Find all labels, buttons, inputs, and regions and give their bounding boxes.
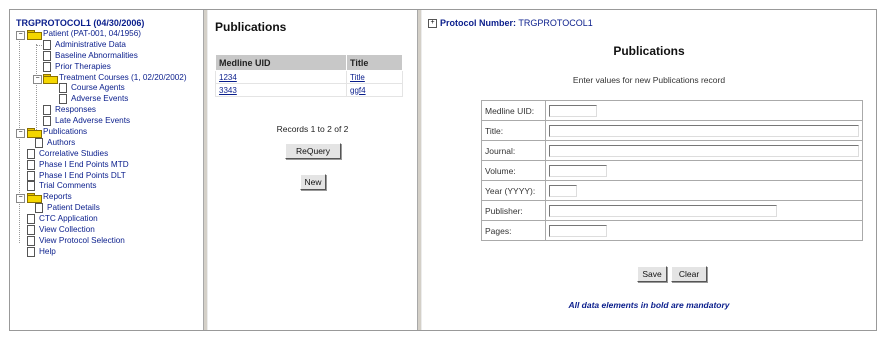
medline-uid-field[interactable] [549, 104, 597, 117]
folder-open-icon [27, 128, 42, 139]
volume-label: Volume: [481, 160, 546, 181]
form-row: Medline UID: [481, 100, 863, 121]
publisher-label: Publisher: [481, 200, 546, 221]
tree-node-course-agents[interactable]: Course Agents [16, 83, 201, 94]
publication-form: Medline UID: Title: Journal: Volume: Yea… [481, 100, 863, 241]
tree-node-patient[interactable]: − Patient (PAT-001, 04/1956) [16, 29, 201, 40]
year-field[interactable] [549, 184, 577, 197]
requery-button[interactable]: ReQuery [285, 143, 341, 159]
tree-node-help[interactable]: Help [16, 246, 201, 258]
journal-label: Journal: [481, 140, 546, 161]
tree-node-view-protocol-selection[interactable]: View Protocol Selection [16, 235, 201, 247]
title-label: Title: [481, 120, 546, 141]
journal-field[interactable] [549, 144, 859, 157]
folder-open-icon [27, 193, 42, 204]
tree-node-administrative-data[interactable]: Administrative Data [16, 39, 201, 51]
tree-node-trial-comments[interactable]: Trial Comments [16, 181, 201, 192]
form-row: Year (YYYY): [481, 180, 863, 201]
document-icon [43, 39, 51, 50]
navigation-pane: TRGPROTOCOL1 (04/30/2006) − Patient (PAT… [10, 10, 203, 330]
document-icon [59, 94, 67, 105]
form-row: Volume: [481, 160, 863, 181]
column-header-medline-uid[interactable]: Medline UID [215, 54, 347, 71]
document-icon [43, 116, 51, 127]
pages-label: Pages: [481, 220, 546, 241]
volume-field[interactable] [549, 164, 607, 177]
year-label: Year (YYYY): [481, 180, 546, 201]
document-icon [59, 83, 67, 94]
pages-field[interactable] [549, 224, 607, 237]
tree-node-baseline-abnormalities[interactable]: Baseline Abnormalities [16, 50, 201, 62]
tree-node-phase-i-dlt[interactable]: Phase I End Points DLT [16, 170, 201, 182]
tree-node-correlative-studies[interactable]: Correlative Studies [16, 148, 201, 160]
document-icon [27, 148, 35, 159]
mandatory-note: All data elements in bold are mandatory [568, 300, 730, 310]
tree-node-late-adverse-events[interactable]: Late Adverse Events [16, 116, 201, 127]
clear-button[interactable]: Clear [671, 266, 707, 282]
title-link[interactable]: ggf4 [350, 86, 366, 95]
expand-icon[interactable]: + [428, 19, 437, 29]
collapse-icon[interactable]: − [16, 129, 25, 139]
tree-node-responses[interactable]: Responses [16, 105, 201, 116]
title-field[interactable] [549, 124, 859, 137]
navigation-tree: TRGPROTOCOL1 (04/30/2006) − Patient (PAT… [16, 18, 201, 258]
document-icon [27, 214, 35, 225]
publications-list-pane: Publications Medline UID Title 1234 Titl… [208, 10, 417, 330]
protocol-root-link[interactable]: TRGPROTOCOL1 (04/30/2006) [16, 18, 201, 29]
document-icon [43, 61, 51, 72]
form-row: Pages: [481, 220, 863, 241]
collapse-icon[interactable]: − [16, 31, 25, 40]
table-row[interactable]: 1234 Title [215, 70, 403, 84]
collapse-icon[interactable]: − [16, 194, 25, 204]
document-icon [27, 246, 35, 257]
form-instructions: Enter values for new Publications record [572, 75, 726, 85]
document-icon [43, 105, 51, 116]
document-icon [27, 159, 35, 170]
document-icon [27, 181, 35, 192]
publication-form-pane: + Protocol Number: TRGPROTOCOL1 Publicati… [422, 10, 876, 330]
document-icon [27, 225, 35, 236]
uid-link[interactable]: 3343 [219, 86, 237, 95]
document-icon [27, 170, 35, 181]
column-header-title[interactable]: Title [346, 54, 403, 71]
tree-node-phase-i-mtd[interactable]: Phase I End Points MTD [16, 159, 201, 171]
tree-node-ctc-application[interactable]: CTC Application [16, 214, 201, 225]
table-row[interactable]: 3343 ggf4 [215, 83, 403, 97]
tree-node-view-collection[interactable]: View Collection [16, 225, 201, 236]
save-button[interactable]: Save [637, 266, 667, 282]
form-row: Journal: [481, 140, 863, 161]
tree-node-publications[interactable]: − Publications [16, 127, 201, 139]
folder-open-icon [27, 30, 42, 40]
protocol-number-label: Protocol Number: [440, 18, 517, 28]
collapse-icon[interactable]: − [33, 74, 42, 84]
document-icon [35, 137, 43, 148]
tree-node-reports[interactable]: − Reports [16, 192, 201, 204]
publications-table: Medline UID Title 1234 Title 3343 ggf4 [215, 54, 403, 97]
tree-node-treatment-courses[interactable]: − Treatment Courses (1, 02/20/2002) [16, 73, 201, 84]
records-count: Records 1 to 2 of 2 [276, 124, 349, 134]
protocol-header: + Protocol Number: TRGPROTOCOL1 [428, 18, 593, 29]
tree-node-adverse-events[interactable]: Adverse Events [16, 94, 201, 105]
new-button[interactable]: New [300, 174, 326, 190]
protocol-number-value: TRGPROTOCOL1 [518, 18, 593, 28]
folder-open-icon [43, 73, 58, 84]
tree-node-patient-details[interactable]: Patient Details [16, 203, 201, 214]
document-icon [43, 50, 51, 61]
app-frame: TRGPROTOCOL1 (04/30/2006) − Patient (PAT… [9, 9, 877, 331]
form-row: Title: [481, 120, 863, 141]
uid-link[interactable]: 1234 [219, 73, 237, 82]
title-link[interactable]: Title [350, 73, 365, 82]
publisher-field[interactable] [549, 204, 777, 217]
tree-node-prior-therapies[interactable]: Prior Therapies [16, 61, 201, 73]
form-row: Publisher: [481, 200, 863, 221]
table-header-row: Medline UID Title [215, 54, 403, 71]
tree-node-authors[interactable]: Authors [16, 137, 201, 149]
document-icon [27, 235, 35, 246]
form-title: Publications [613, 44, 685, 58]
medline-uid-label: Medline UID: [481, 100, 546, 121]
list-title: Publications [215, 20, 287, 34]
document-icon [35, 203, 43, 214]
